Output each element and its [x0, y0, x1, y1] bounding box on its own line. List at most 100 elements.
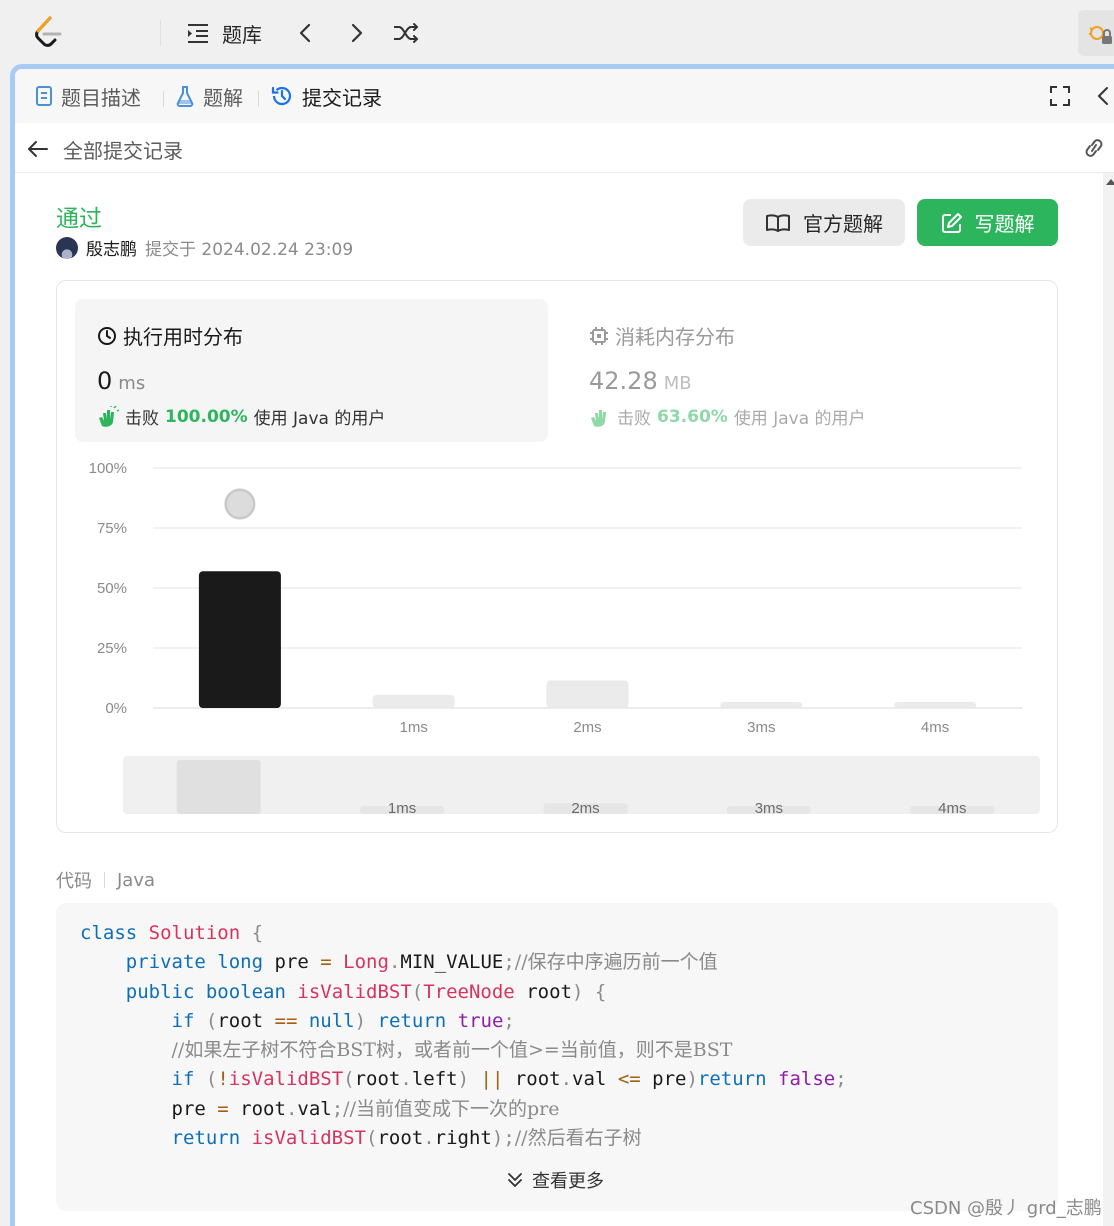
scrollbar[interactable]	[1103, 173, 1114, 1226]
clock-icon	[98, 326, 116, 345]
memory-beat-percent: 63.60%	[657, 406, 728, 427]
official-solution-label: 官方题解	[803, 212, 883, 236]
chevron-right-icon	[351, 23, 363, 43]
runtime-beat-row: 击败 100.00% 使用 Java 的用户	[97, 404, 385, 429]
edit-icon	[941, 212, 962, 233]
memory-stat[interactable]: 消耗内存分布 42.28 MB 击败 63.60% 使用 Java 的用户	[589, 299, 1029, 442]
runtime-unit: ms	[118, 373, 146, 394]
memory-unit: MB	[663, 373, 692, 394]
write-solution-label: 写题解	[974, 212, 1035, 236]
divider	[160, 20, 161, 46]
x-tick-label: 2ms	[573, 719, 601, 736]
memory-title-row: 消耗内存分布	[589, 321, 735, 350]
scroll-up-arrow-icon[interactable]	[1106, 179, 1114, 185]
y-tick-label: 25%	[97, 640, 127, 657]
problem-list-button[interactable]: 题库	[186, 16, 262, 50]
link-icon	[1085, 139, 1103, 157]
x-tick-label: 3ms	[747, 719, 775, 736]
shuffle-icon	[394, 23, 419, 43]
y-tick-label: 100%	[89, 460, 127, 477]
write-solution-button[interactable]: 写题解	[917, 199, 1058, 246]
y-tick-label: 50%	[97, 580, 127, 597]
user-avatar-marker-inner	[226, 491, 253, 517]
tab-divider	[163, 91, 164, 107]
back-button[interactable]	[27, 139, 49, 163]
runtime-beat-percent: 100.00%	[165, 406, 248, 427]
problem-list-label: 题库	[222, 22, 262, 47]
runtime-beat-suffix: 使用 Java 的用户	[253, 409, 386, 429]
memory-beat-row: 击败 63.60% 使用 Java 的用户	[589, 404, 866, 429]
runtime-stat[interactable]: 执行用时分布 0 ms 击败 100.00% 使用 Java 的用户	[75, 299, 548, 442]
fullscreen-button[interactable]	[1049, 85, 1071, 111]
history-icon	[271, 86, 292, 106]
prev-problem-button[interactable]	[296, 16, 316, 50]
runtime-title-row: 执行用时分布	[97, 321, 243, 350]
divider	[104, 872, 105, 888]
list-indent-icon	[188, 24, 208, 43]
chevron-left-icon	[299, 23, 311, 43]
fullscreen-icon	[1050, 86, 1070, 106]
clap-icon	[99, 405, 119, 427]
next-problem-button[interactable]	[346, 16, 366, 50]
x-tick-label: 1ms	[400, 719, 428, 736]
random-problem-button[interactable]	[392, 16, 420, 50]
tab-solutions[interactable]: 题解	[175, 81, 243, 111]
tab-submissions-label: 提交记录	[302, 85, 382, 110]
show-more-button[interactable]: 查看更多	[506, 1167, 604, 1193]
bug-lock-icon	[1089, 26, 1112, 44]
submission-subheader: 全部提交记录	[15, 123, 1114, 173]
tab-description-label: 题目描述	[61, 85, 141, 110]
page-title: 全部提交记录	[63, 139, 183, 163]
memory-beat-prefix: 击败	[617, 409, 651, 429]
avatar[interactable]	[56, 236, 78, 259]
y-tick-label: 75%	[97, 520, 127, 537]
y-tick-label: 0%	[105, 700, 127, 717]
chart-bar	[546, 680, 629, 708]
author-row: 殷志鹏 提交于 2024.02.24 23:09	[56, 235, 353, 260]
flask-icon	[176, 86, 194, 107]
official-solution-button[interactable]: 官方题解	[743, 199, 905, 246]
memory-beat-suffix: 使用 Java 的用户	[733, 409, 866, 429]
copy-link-button[interactable]	[1081, 137, 1107, 163]
clap-icon	[591, 409, 606, 427]
runtime-beat-prefix: 击败	[125, 409, 159, 429]
debug-lock-button[interactable]	[1078, 10, 1114, 56]
submission-time: 提交于 2024.02.24 23:09	[145, 240, 354, 260]
performance-card: 执行用时分布 0 ms 击败 100.00% 使用 Java 的用户 消耗内存分…	[56, 280, 1058, 833]
show-more-label: 查看更多	[532, 1171, 604, 1192]
code-language: Java	[117, 869, 156, 891]
x-tick-label: 4ms	[921, 719, 949, 736]
arrow-left-icon	[28, 141, 48, 157]
chart-bar	[372, 694, 455, 708]
submission-status: 通过	[56, 206, 102, 232]
runtime-distribution-chart[interactable]: 100% 75% 50% 25% 0% 1ms 2ms 3ms 4ms 1ms 2ms 3ms 4ms	[57, 446, 1057, 831]
book-icon	[766, 213, 790, 232]
runtime-value: 0	[97, 367, 113, 395]
chart-bar	[894, 702, 977, 708]
document-icon	[36, 86, 52, 106]
memory-value-row: 42.28 MB	[589, 367, 692, 395]
memory-title: 消耗内存分布	[615, 325, 735, 349]
chip-icon	[590, 326, 608, 345]
overview-tick-label: 3ms	[755, 800, 783, 817]
overview-tick-label: 2ms	[571, 800, 599, 817]
submission-panel: 题目描述 题解 提交记录 全部提交记录 通过 殷志鹏 提交于 2024.02.2…	[10, 64, 1114, 1226]
collapse-panel-button[interactable]	[1095, 85, 1111, 111]
leetcode-logo[interactable]	[30, 14, 66, 50]
watermark: CSDN @殷丿 grd_志鹏	[910, 1198, 1102, 1219]
chevron-left-icon	[1097, 87, 1108, 105]
panel-tabbar: 题目描述 题解 提交记录	[15, 69, 1114, 123]
code-block[interactable]: class Solution { private long pre = Long…	[56, 903, 1058, 1211]
tab-submissions[interactable]: 提交记录	[270, 81, 382, 111]
runtime-value-row: 0 ms	[97, 367, 145, 395]
tab-divider	[258, 91, 259, 107]
tab-description[interactable]: 题目描述	[35, 81, 141, 111]
author-name[interactable]: 殷志鹏	[86, 235, 137, 260]
chart-bar	[198, 571, 281, 708]
runtime-title: 执行用时分布	[123, 325, 243, 349]
overview-bar	[176, 760, 261, 814]
double-chevron-down-icon	[508, 1173, 522, 1188]
code-header: 代码 Java	[56, 867, 155, 893]
top-navbar: 题库	[0, 0, 1114, 64]
code-label: 代码	[56, 871, 92, 892]
